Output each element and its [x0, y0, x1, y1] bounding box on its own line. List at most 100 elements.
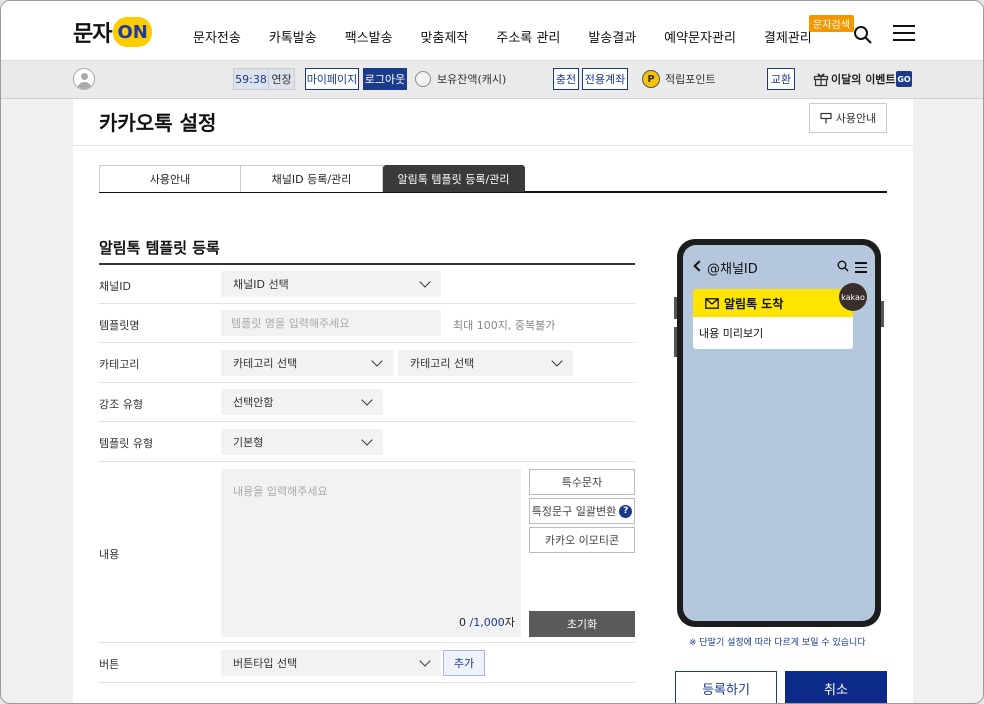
- row-category: 카테고리 카테고리 선택 카테고리 선택: [99, 343, 635, 383]
- menu-item-custom[interactable]: 맞춤제작: [421, 27, 469, 46]
- template-type-select[interactable]: 기본형: [221, 429, 383, 455]
- guide-button[interactable]: 사용안내: [809, 103, 887, 133]
- char-unit: 자: [504, 616, 515, 629]
- bubble-body: 내용 미리보기: [699, 327, 764, 340]
- char-max: /1,000: [469, 616, 505, 629]
- reset-label: 초기화: [566, 618, 598, 631]
- row-content: 내용 0 /1,000자 특수문자 특정문구 일괄변환 ? 카카오 이모티콘 초…: [99, 462, 635, 643]
- menu-item-address-book[interactable]: 주소록 관리: [496, 27, 560, 46]
- search-icon: [837, 260, 849, 272]
- avatar[interactable]: [73, 68, 95, 90]
- logo-text: 문자: [73, 22, 112, 47]
- emphasis-select-value: 선택안함: [233, 396, 274, 409]
- add-button-label: 추가: [453, 657, 475, 670]
- event-link[interactable]: 이달의 이벤트: [831, 68, 896, 90]
- category-select-primary-value: 카테고리 선택: [233, 357, 298, 370]
- button-label: 버튼: [99, 658, 120, 671]
- register-label: 등록하기: [702, 682, 750, 698]
- menu-item-send-text[interactable]: 문자전송: [193, 27, 241, 46]
- register-button[interactable]: 등록하기: [675, 671, 777, 703]
- emoticon-label: 카카오 이모티콘: [544, 534, 620, 547]
- session-timer: 59:38: [233, 68, 269, 90]
- event-go-button[interactable]: GO: [896, 71, 912, 87]
- emphasis-label: 강조 유형: [99, 398, 143, 411]
- char-count: 0: [459, 616, 466, 629]
- menu-item-results[interactable]: 발송결과: [588, 27, 636, 46]
- chevron-down-icon: [361, 434, 373, 446]
- category-label: 카테고리: [99, 358, 140, 371]
- phone-side-button: [881, 301, 884, 327]
- chat-channel-name: @채널ID: [707, 262, 758, 277]
- chevron-down-icon: [419, 655, 431, 667]
- tab-guide[interactable]: 사용안내: [99, 165, 241, 192]
- logout-button[interactable]: 로그아웃: [363, 68, 407, 90]
- special-chars-label: 특수문자: [561, 476, 603, 489]
- phone-screen: @채널ID 알림톡 도착 내용 미리보기 kakao: [683, 245, 875, 621]
- signpost-icon: [820, 112, 832, 124]
- bubble-header: 알림톡 도착: [693, 289, 853, 317]
- category-select-primary[interactable]: 카테고리 선택: [221, 350, 393, 376]
- guide-button-label: 사용안내: [835, 112, 877, 125]
- divider: [73, 145, 913, 146]
- bulk-replace-label: 특정문구 일괄변환: [531, 505, 617, 518]
- menu-item-fax-send[interactable]: 팩스발송: [345, 27, 393, 46]
- menu-item-payment[interactable]: 결제관리: [764, 27, 812, 46]
- content-textarea[interactable]: [221, 469, 521, 637]
- exchange-button[interactable]: 교환: [767, 68, 795, 90]
- envelope-icon: [705, 297, 719, 309]
- chat-header: @채널ID: [683, 257, 875, 277]
- row-channel: 채널ID 채널ID 선택: [99, 265, 635, 304]
- emoticon-button[interactable]: 카카오 이모티콘: [529, 527, 635, 553]
- preview-note: ※ 단말기 설정에 따라 다르게 보일 수 있습니다: [689, 638, 866, 648]
- search-badge: 문자검색: [809, 15, 854, 32]
- row-template-type: 템플릿 유형 기본형: [99, 422, 635, 462]
- page-title: 카카오톡 설정: [99, 111, 217, 135]
- charge-button[interactable]: 충전: [553, 68, 579, 90]
- logo-on: ON: [113, 17, 152, 47]
- cash-icon: [415, 71, 431, 87]
- template-type-select-value: 기본형: [233, 436, 264, 449]
- point-icon: P: [642, 70, 660, 88]
- category-select-secondary[interactable]: 카테고리 선택: [398, 350, 573, 376]
- phone-preview: @채널ID 알림톡 도착 내용 미리보기 kakao: [674, 239, 884, 627]
- reset-button[interactable]: 초기화: [529, 611, 635, 637]
- extend-button[interactable]: 연장: [269, 68, 295, 90]
- phone-side-button: [674, 327, 677, 357]
- kakao-badge: kakao: [839, 283, 867, 311]
- tab-channel-id[interactable]: 채널ID 등록/관리: [241, 165, 383, 192]
- channel-select-value: 채널ID 선택: [233, 278, 289, 291]
- balance-label: 보유잔액(캐시): [437, 73, 507, 86]
- bubble-title: 알림톡 도착: [724, 296, 784, 311]
- phone-side-button: [674, 297, 677, 319]
- chevron-down-icon: [371, 355, 383, 367]
- channel-label: 채널ID: [99, 280, 131, 293]
- logo[interactable]: 문자 ON: [73, 15, 152, 49]
- emphasis-select[interactable]: 선택안함: [221, 389, 383, 415]
- tab-template[interactable]: 알림톡 템플릿 등록/관리: [383, 165, 525, 192]
- section-title: 알림톡 템플릿 등록: [99, 239, 220, 257]
- back-icon: [693, 260, 705, 272]
- cancel-button[interactable]: 취소: [785, 671, 887, 703]
- button-type-select[interactable]: 버튼타입 선택: [221, 650, 441, 676]
- mypage-button[interactable]: 마이페이지: [305, 68, 359, 90]
- help-icon[interactable]: ?: [619, 504, 633, 518]
- special-chars-button[interactable]: 특수문자: [529, 469, 635, 495]
- menu-icon[interactable]: [893, 25, 915, 43]
- template-type-label: 템플릿 유형: [99, 437, 154, 450]
- add-button[interactable]: 추가: [443, 650, 485, 676]
- account-button[interactable]: 전용계좌: [582, 68, 628, 90]
- message-bubble: 알림톡 도착 내용 미리보기: [693, 289, 853, 349]
- menu-item-kakao-send[interactable]: 카톡발송: [269, 27, 317, 46]
- bulk-replace-button[interactable]: 특정문구 일괄변환 ?: [529, 498, 635, 524]
- cancel-label: 취소: [824, 682, 848, 698]
- search-icon[interactable]: [853, 25, 873, 45]
- template-name-input[interactable]: [221, 310, 441, 336]
- channel-select[interactable]: 채널ID 선택: [221, 271, 441, 297]
- menu-item-reserved[interactable]: 예약문자관리: [664, 27, 736, 46]
- template-name-hint: 최대 100지, 중복불가: [453, 319, 556, 332]
- chevron-down-icon: [361, 394, 373, 406]
- main-menu: 문자전송 카톡발송 팩스발송 맞춤제작 주소록 관리 발송결과 예약문자관리 결…: [193, 27, 840, 46]
- chevron-down-icon: [419, 276, 431, 288]
- chevron-down-icon: [551, 355, 563, 367]
- row-emphasis: 강조 유형 선택안함: [99, 383, 635, 422]
